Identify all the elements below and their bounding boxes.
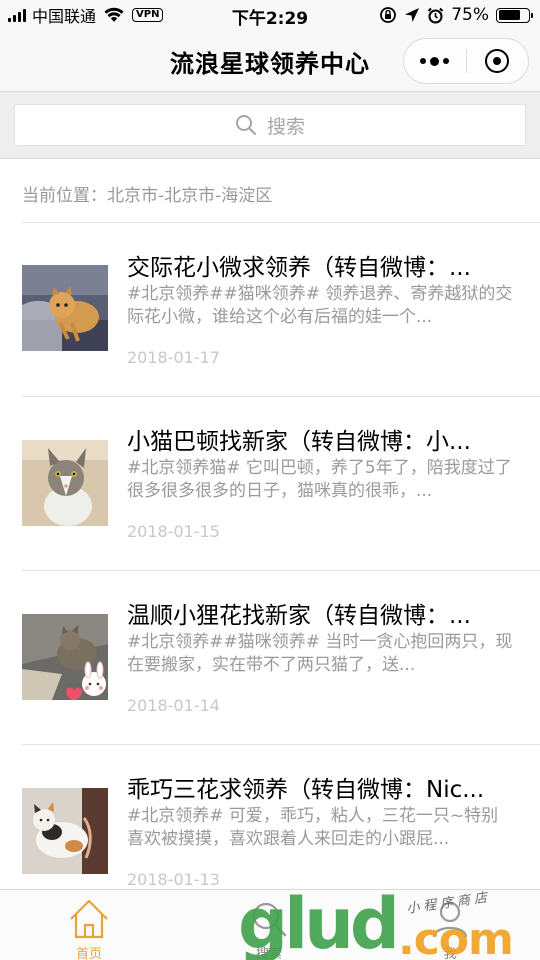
calico-cat bbox=[22, 788, 108, 874]
battery-level bbox=[498, 10, 521, 20]
post-title: 交际花小微求领养（转自微博：... bbox=[127, 255, 471, 281]
tabby-kitten-with-stickers bbox=[22, 614, 108, 700]
battery-icon bbox=[496, 7, 533, 23]
tab-home[interactable]: 首页 bbox=[29, 890, 149, 960]
post-title: 温顺小狸花找新家（转自微博：... bbox=[127, 603, 471, 629]
grey-white-cat bbox=[22, 440, 108, 526]
post-date: 2018-01-13 bbox=[127, 870, 220, 889]
more-button[interactable] bbox=[404, 39, 466, 83]
user-icon bbox=[432, 901, 468, 938]
post-title: 小猫巴顿找新家（转自微博：小... bbox=[127, 429, 471, 455]
orange-tabby-cat bbox=[22, 265, 108, 351]
tab-home-label: 首页 bbox=[75, 947, 102, 960]
tab-mine-label: 我 bbox=[443, 947, 457, 960]
status-bar: 中国联通 VPN 下午2:29 75% bbox=[0, 0, 540, 30]
post-title: 乖巧三花求领养（转自微博：Nic... bbox=[127, 777, 485, 803]
close-button[interactable] bbox=[466, 39, 528, 83]
post-date: 2018-01-14 bbox=[127, 696, 220, 715]
post-description: #北京领养##猫咪领养# 当时一贪心抱回两只，现在要搬家，实在带不了两只猫了，送… bbox=[127, 632, 513, 675]
post-item[interactable]: 小猫巴顿找新家（转自微博：小... #北京领养猫# 它叫巴顿，养了5年了，陪我度… bbox=[0, 397, 540, 571]
status-right: 75% bbox=[379, 4, 533, 26]
search-bar-area: 搜索 bbox=[0, 92, 540, 159]
nav-bar: 流浪星球领养中心 bbox=[0, 30, 540, 92]
post-item[interactable]: 交际花小微求领养（转自微博：... #北京领养##猫咪领养# 领养退养、寄养越狱… bbox=[0, 223, 540, 397]
post-description: #北京领养##猫咪领养# 领养退养、寄养越狱的交际花小微，谁给这个必有后福的娃一… bbox=[127, 284, 513, 327]
search-input[interactable]: 搜索 bbox=[14, 104, 526, 146]
post-description: #北京领养猫# 它叫巴顿，养了5年了，陪我度过了很多很多很多的日子，猫咪真的很乖… bbox=[127, 458, 512, 501]
target-circle-icon bbox=[485, 49, 510, 73]
post-date: 2018-01-17 bbox=[127, 348, 220, 367]
post-date: 2018-01-15 bbox=[127, 522, 220, 541]
mini-program-capsule bbox=[403, 38, 529, 84]
rotation-lock-icon bbox=[380, 7, 397, 23]
tab-bar: 首页 搜索 我 bbox=[0, 889, 540, 960]
home-icon bbox=[70, 899, 108, 939]
alarm-icon bbox=[427, 7, 444, 23]
current-location: 当前位置：北京市-北京市-海淀区 bbox=[22, 186, 273, 206]
tab-search-label: 搜索 bbox=[255, 947, 282, 960]
post-item[interactable]: 温顺小狸花找新家（转自微博：... #北京领养##猫咪领养# 当时一贪心抱回两只… bbox=[0, 571, 540, 745]
battery-percent: 75% bbox=[451, 5, 489, 25]
tab-search[interactable]: 搜索 bbox=[209, 890, 329, 960]
search-icon bbox=[235, 115, 257, 136]
tab-mine[interactable]: 我 bbox=[390, 890, 510, 960]
post-thumbnail bbox=[22, 265, 108, 351]
more-dots-icon bbox=[420, 56, 450, 66]
post-thumbnail bbox=[22, 614, 108, 700]
search-icon bbox=[252, 902, 287, 937]
post-description: #北京领养# 可爱，乖巧，粘人，三花一只~特别喜欢被摸摸，喜欢跟着人来回走的小跟… bbox=[127, 806, 499, 849]
location-arrow-icon bbox=[405, 8, 420, 22]
post-thumbnail bbox=[22, 788, 108, 874]
search-placeholder: 搜索 bbox=[266, 115, 305, 138]
post-thumbnail bbox=[22, 440, 108, 526]
